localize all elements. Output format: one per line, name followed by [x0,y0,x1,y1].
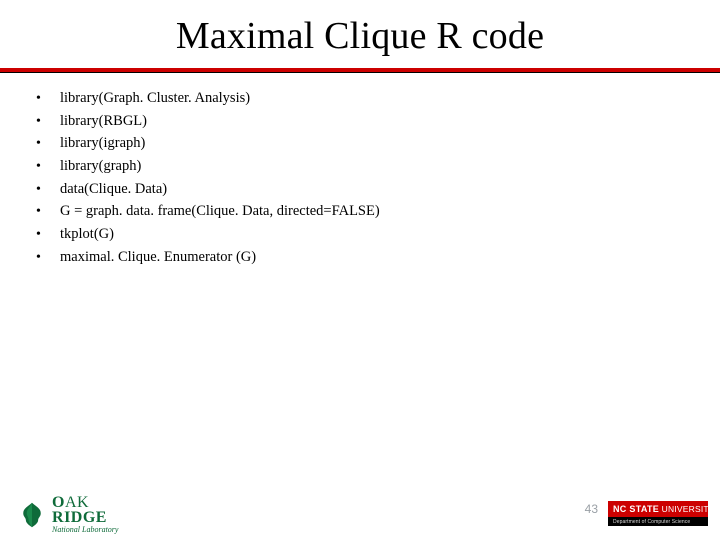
bullet-icon: • [36,201,60,223]
list-item-text: library(Graph. Cluster. Analysis) [60,87,250,109]
oakridge-line1: OAK [52,495,118,510]
list-item-text: G = graph. data. frame(Clique. Data, dir… [60,200,380,222]
oak-leaf-icon [18,501,46,529]
ncstate-logo: NC STATE UNIVERSITY Department of Comput… [608,501,708,526]
bullet-list: •library(Graph. Cluster. Analysis) •libr… [36,87,684,269]
bullet-icon: • [36,88,60,110]
list-item: •tkplot(G) [36,223,684,246]
slide: Maximal Clique R code •library(Graph. Cl… [0,0,720,540]
bullet-icon: • [36,111,60,133]
list-item-text: library(graph) [60,155,141,177]
list-item-text: tkplot(G) [60,223,114,245]
list-item-text: data(Clique. Data) [60,178,167,200]
slide-body: •library(Graph. Cluster. Analysis) •libr… [0,73,720,269]
list-item: •library(graph) [36,155,684,178]
list-item-text: library(RBGL) [60,110,147,132]
list-item: •G = graph. data. frame(Clique. Data, di… [36,200,684,223]
ncstate-main: NC STATE UNIVERSITY [608,501,708,517]
slide-title: Maximal Clique R code [0,0,720,58]
page-number: 43 [585,502,598,516]
bullet-icon: • [36,247,60,269]
oakridge-sub: National Laboratory [52,526,118,534]
list-item: •library(igraph) [36,132,684,155]
list-item-text: library(igraph) [60,132,145,154]
list-item: •maximal. Clique. Enumerator (G) [36,246,684,269]
list-item-text: maximal. Clique. Enumerator (G) [60,246,256,268]
list-item: •library(RBGL) [36,110,684,133]
oakridge-line2: RIDGE [52,510,118,525]
footer: OAK RIDGE National Laboratory 43 NC STAT… [0,482,720,540]
bullet-icon: • [36,156,60,178]
ncstate-sub: Department of Computer Science [608,517,708,526]
bullet-icon: • [36,179,60,201]
bullet-icon: • [36,224,60,246]
oakridge-text: OAK RIDGE National Laboratory [52,495,118,534]
list-item: •data(Clique. Data) [36,178,684,201]
oakridge-logo: OAK RIDGE National Laboratory [18,495,118,534]
list-item: •library(Graph. Cluster. Analysis) [36,87,684,110]
bullet-icon: • [36,133,60,155]
